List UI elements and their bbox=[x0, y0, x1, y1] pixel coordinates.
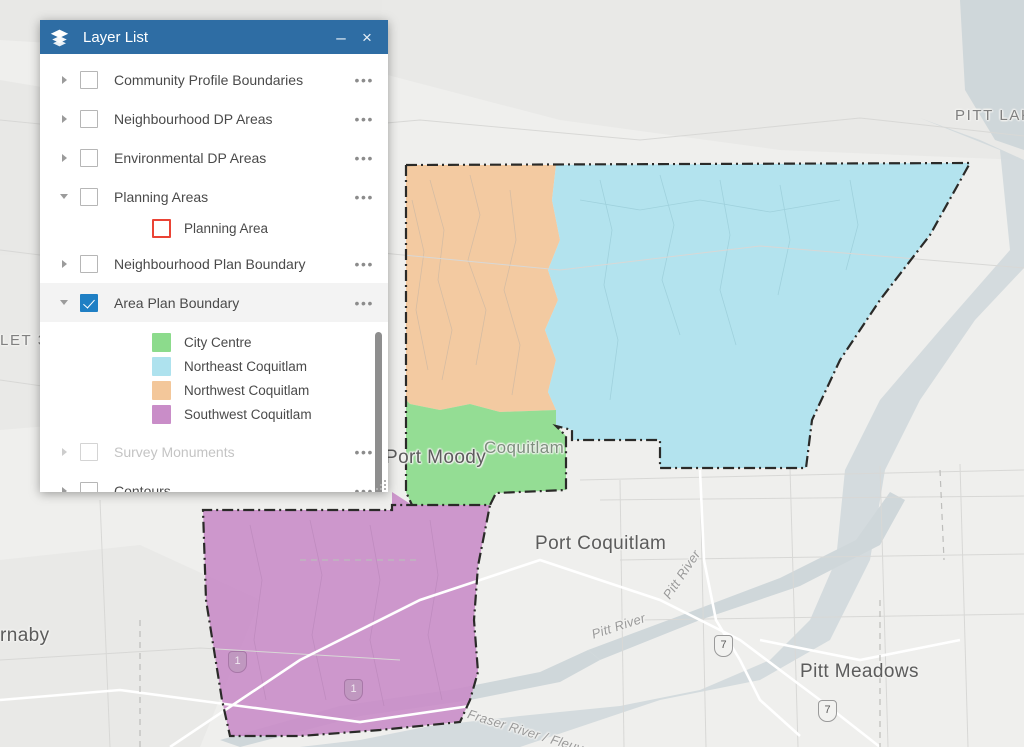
layer-checkbox[interactable] bbox=[80, 148, 98, 167]
legend-item-northeast-coquitlam: Northeast Coquitlam bbox=[40, 354, 388, 378]
layer-checkbox[interactable] bbox=[80, 109, 98, 128]
layer-list-body[interactable]: Community Profile Boundaries ••• Neighbo… bbox=[40, 54, 388, 492]
highway-shield-7-east: 7 bbox=[714, 635, 733, 657]
layer-options-icon[interactable]: ••• bbox=[350, 444, 378, 460]
region-city-centre[interactable] bbox=[406, 400, 566, 505]
layer-checkbox[interactable] bbox=[80, 254, 98, 273]
expand-arrow-icon[interactable] bbox=[56, 447, 72, 456]
legend-item-northwest-coquitlam: Northwest Coquitlam bbox=[40, 378, 388, 402]
legend-item-planning-area: Planning Area bbox=[40, 216, 388, 240]
layer-row-environmental-dp-areas[interactable]: Environmental DP Areas ••• bbox=[40, 138, 388, 177]
expand-arrow-icon[interactable] bbox=[56, 486, 72, 492]
layer-label: Contours bbox=[114, 482, 171, 493]
layer-list-titlebar[interactable]: Layer List – × bbox=[40, 20, 388, 54]
layer-row-area-plan-boundary[interactable]: Area Plan Boundary ••• bbox=[40, 283, 388, 322]
layer-checkbox[interactable] bbox=[80, 293, 98, 312]
layer-options-icon[interactable]: ••• bbox=[350, 256, 378, 272]
layer-checkbox[interactable] bbox=[80, 70, 98, 89]
layer-options-icon[interactable]: ••• bbox=[350, 295, 378, 311]
layer-label: Planning Areas bbox=[114, 188, 209, 205]
legend-label: Northeast Coquitlam bbox=[184, 358, 308, 374]
layer-checkbox[interactable] bbox=[80, 481, 98, 492]
layer-row-contours[interactable]: Contours ••• bbox=[40, 471, 388, 492]
map-application: PITT LAKE LET 3 rnaby Port Moody Coquitl… bbox=[0, 0, 1024, 747]
layer-checkbox[interactable] bbox=[80, 442, 98, 461]
layer-label: Neighbourhood Plan Boundary bbox=[114, 255, 306, 272]
close-button[interactable]: × bbox=[354, 24, 380, 50]
legend-label: City Centre bbox=[184, 334, 252, 350]
layer-row-survey-monuments[interactable]: Survey Monuments ••• bbox=[40, 432, 388, 471]
expand-arrow-icon[interactable] bbox=[56, 114, 72, 123]
scrollbar-thumb[interactable] bbox=[375, 332, 382, 492]
layers-stack-icon bbox=[50, 28, 69, 47]
layer-list-panel[interactable]: Layer List – × Community Profile Boundar… bbox=[40, 20, 388, 492]
legend-label: Southwest Coquitlam bbox=[184, 406, 312, 422]
region-southwest-coquitlam[interactable] bbox=[203, 492, 490, 736]
highway-shield-sw-mid: 1 bbox=[344, 679, 363, 701]
layer-row-community-profile-boundaries[interactable]: Community Profile Boundaries ••• bbox=[40, 60, 388, 99]
layer-row-planning-areas[interactable]: Planning Areas ••• bbox=[40, 177, 388, 216]
legend-swatch-icon bbox=[152, 218, 171, 238]
layer-label: Environmental DP Areas bbox=[114, 149, 267, 166]
legend-label: Planning Area bbox=[184, 220, 269, 236]
legend-label: Northwest Coquitlam bbox=[184, 382, 310, 398]
highway-shield-7-south: 7 bbox=[818, 700, 837, 722]
expand-arrow-icon[interactable] bbox=[56, 75, 72, 84]
minimize-button[interactable]: – bbox=[328, 24, 354, 50]
panel-resize-grip[interactable] bbox=[374, 478, 386, 490]
legend-item-southwest-coquitlam: Southwest Coquitlam bbox=[40, 402, 388, 426]
layer-options-icon[interactable]: ••• bbox=[350, 150, 378, 166]
legend-swatch-icon bbox=[152, 380, 171, 400]
layer-options-icon[interactable]: ••• bbox=[350, 189, 378, 205]
legend-swatch-icon bbox=[152, 356, 171, 376]
expand-arrow-icon[interactable] bbox=[56, 153, 72, 162]
highway-shield-sw-west: 1 bbox=[228, 651, 247, 673]
layer-label: Survey Monuments bbox=[114, 443, 235, 460]
layer-row-neighbourhood-dp-areas[interactable]: Neighbourhood DP Areas ••• bbox=[40, 99, 388, 138]
layer-label: Neighbourhood DP Areas bbox=[114, 110, 273, 127]
collapse-arrow-icon[interactable] bbox=[56, 300, 72, 305]
collapse-arrow-icon[interactable] bbox=[56, 194, 72, 199]
legend-item-city-centre: City Centre bbox=[40, 330, 388, 354]
legend-swatch-icon bbox=[152, 332, 171, 352]
legend-swatch-icon bbox=[152, 404, 171, 424]
expand-arrow-icon[interactable] bbox=[56, 259, 72, 268]
layer-checkbox[interactable] bbox=[80, 187, 98, 206]
layer-row-neighbourhood-plan-boundary[interactable]: Neighbourhood Plan Boundary ••• bbox=[40, 244, 388, 283]
layer-options-icon[interactable]: ••• bbox=[350, 111, 378, 127]
layer-label: Community Profile Boundaries bbox=[114, 71, 304, 88]
region-northwest-coquitlam[interactable] bbox=[406, 165, 560, 412]
layer-list-items: Community Profile Boundaries ••• Neighbo… bbox=[40, 54, 388, 492]
layer-options-icon[interactable]: ••• bbox=[350, 72, 378, 88]
panel-title: Layer List bbox=[83, 28, 149, 46]
layer-label: Area Plan Boundary bbox=[114, 294, 240, 311]
